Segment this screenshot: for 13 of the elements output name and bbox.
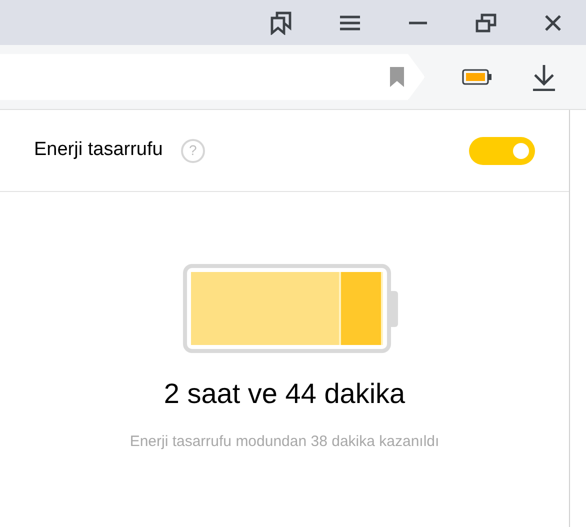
savings-note: Enerji tasarrufu modundan 38 dakika kazanıldı	[130, 432, 440, 452]
minimize-icon[interactable]	[408, 20, 428, 24]
menu-icon[interactable]	[339, 14, 361, 30]
bookmark-icon[interactable]	[389, 67, 405, 87]
bookmarks-icon[interactable]	[270, 10, 292, 34]
remaining-time: 2 saat ve 44 dakika	[164, 377, 406, 411]
help-icon[interactable]: ?	[180, 138, 205, 162]
close-icon[interactable]	[544, 14, 562, 32]
download-icon[interactable]	[532, 63, 556, 91]
battery-icon[interactable]	[462, 69, 492, 85]
toggle-switch[interactable]	[469, 136, 535, 164]
popup-title: Enerji tasarrufu	[34, 138, 163, 162]
restore-icon[interactable]	[475, 12, 497, 32]
